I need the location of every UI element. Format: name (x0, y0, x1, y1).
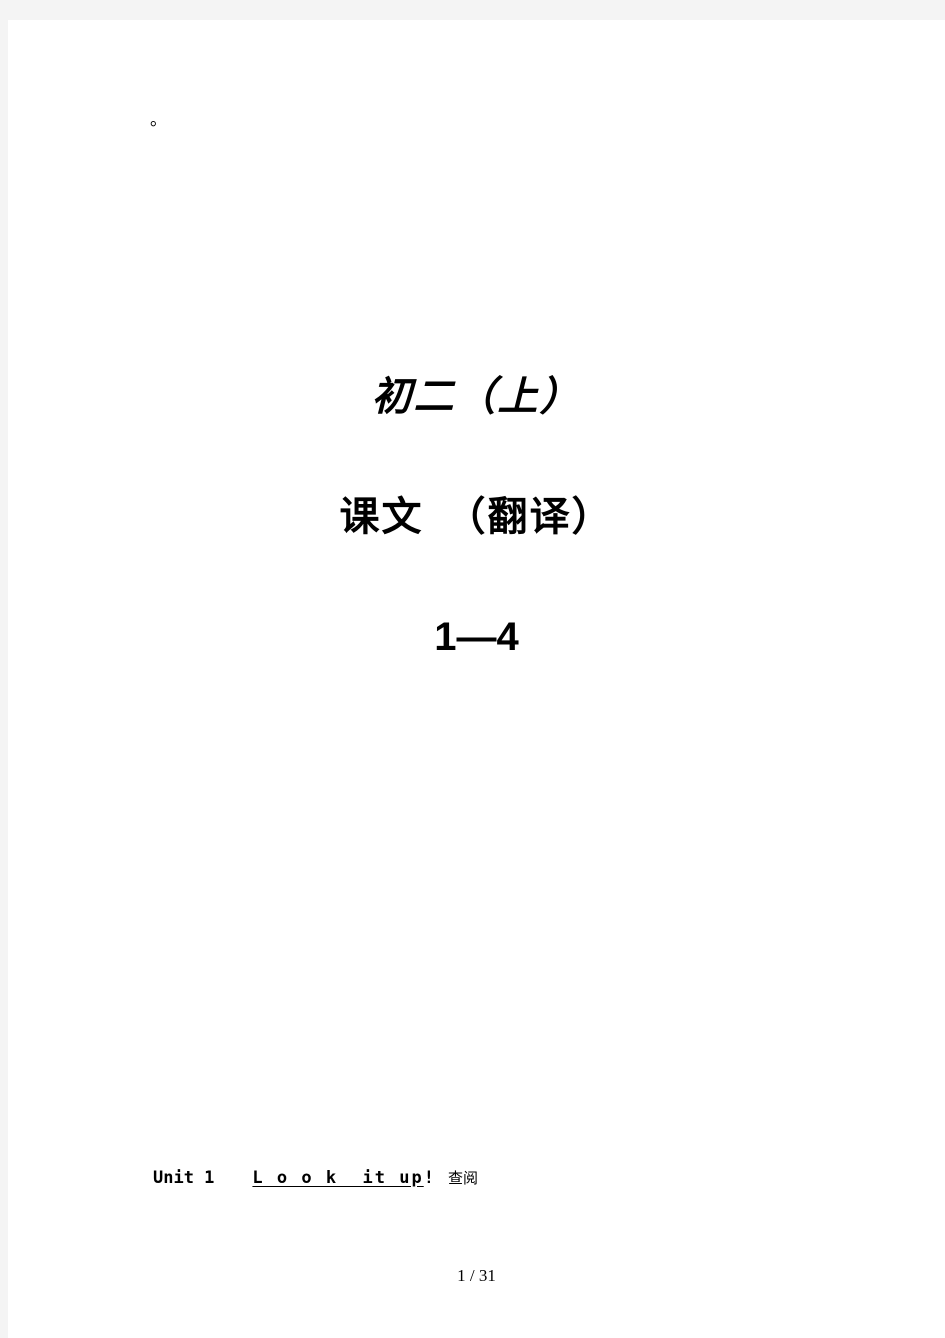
unit-title-exclamation: ! (423, 1168, 434, 1188)
unit-number-label: Unit 1 (153, 1168, 215, 1188)
document-page: 。 初二（上） 课文 （翻译） 1—4 Unit 1 L o o k it up!… (8, 20, 945, 1338)
page-number-footer: 1 / 31 (457, 1266, 496, 1285)
title-grade-line: 初二（上） (371, 373, 582, 420)
title-subject-line: 课文 （翻译） (339, 494, 614, 540)
title-unit-range-line: 1—4 (434, 615, 519, 659)
unit-heading: Unit 1 L o o k it up! 查阅 (153, 1168, 478, 1188)
stray-period-mark: 。 (150, 110, 167, 130)
unit-title-gloss: 查阅 (447, 1169, 478, 1187)
unit-title-phrase: L o o k it up (252, 1168, 424, 1188)
